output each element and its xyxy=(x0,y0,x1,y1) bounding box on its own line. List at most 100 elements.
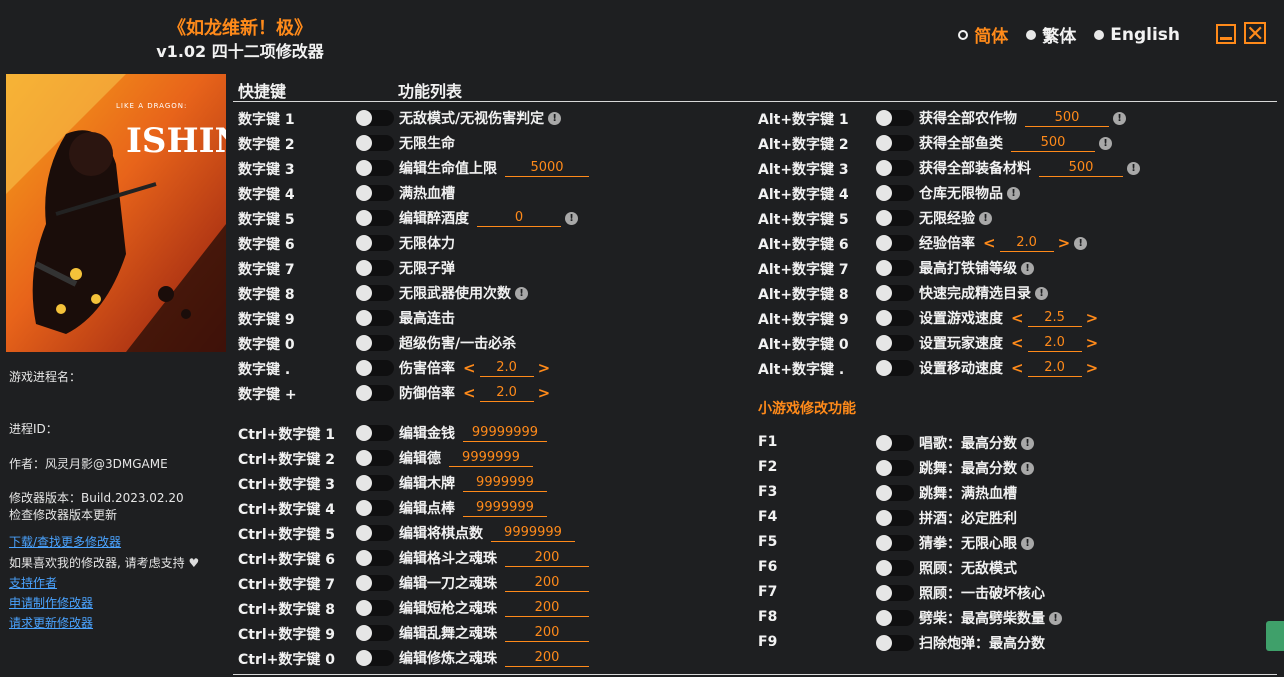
value-input[interactable]: 200 xyxy=(505,650,589,667)
info-icon[interactable]: ! xyxy=(1127,161,1140,175)
cheat-toggle[interactable] xyxy=(876,510,914,526)
stepper-value[interactable]: 2.0 xyxy=(1027,360,1082,377)
info-icon[interactable]: ! xyxy=(1074,236,1088,250)
info-icon[interactable]: ! xyxy=(1021,461,1034,475)
cheat-toggle[interactable] xyxy=(356,360,394,376)
cheat-toggle[interactable] xyxy=(876,135,914,151)
cheat-toggle[interactable] xyxy=(356,475,394,491)
value-input[interactable]: 200 xyxy=(505,575,589,592)
info-icon[interactable]: ! xyxy=(979,211,992,225)
lang-english[interactable]: English xyxy=(1094,25,1180,45)
value-input[interactable]: 5000 xyxy=(505,160,589,177)
cheat-toggle[interactable] xyxy=(356,525,394,541)
cheat-toggle[interactable] xyxy=(356,235,394,251)
cheat-toggle[interactable] xyxy=(356,310,394,326)
value-input[interactable]: 9999999 xyxy=(463,500,547,517)
value-input[interactable]: 9999999 xyxy=(491,525,575,542)
value-input[interactable]: 200 xyxy=(505,600,589,617)
close-button[interactable]: ✕ xyxy=(1244,22,1266,46)
info-icon[interactable]: ! xyxy=(1021,436,1034,450)
value-input[interactable]: 99999999 xyxy=(463,425,547,442)
request-update-link[interactable]: 请求更新修改器 xyxy=(9,616,93,630)
lang-traditional[interactable]: 繁体 xyxy=(1026,22,1076,47)
value-input[interactable]: 500 xyxy=(1039,160,1123,177)
cheat-toggle[interactable] xyxy=(356,385,394,401)
cheat-toggle[interactable] xyxy=(876,310,914,326)
increase-arrow-icon[interactable]: > xyxy=(1086,359,1099,377)
value-input[interactable]: 0 xyxy=(477,210,561,227)
info-icon[interactable]: ! xyxy=(1021,536,1034,550)
cheat-toggle[interactable] xyxy=(356,185,394,201)
decrease-arrow-icon[interactable]: < xyxy=(1011,309,1024,327)
info-icon[interactable]: ! xyxy=(1113,111,1126,125)
cheat-toggle[interactable] xyxy=(356,500,394,516)
cheat-toggle[interactable] xyxy=(876,585,914,601)
decrease-arrow-icon[interactable]: < xyxy=(983,234,996,252)
decrease-arrow-icon[interactable]: < xyxy=(1011,359,1024,377)
value-input[interactable]: 200 xyxy=(505,625,589,642)
increase-arrow-icon[interactable]: > xyxy=(538,384,551,402)
check-update-link[interactable]: 检查修改器版本更新 xyxy=(9,506,117,523)
download-more-link[interactable]: 下载/查找更多修改器 xyxy=(9,535,121,549)
cheat-toggle[interactable] xyxy=(356,600,394,616)
value-input[interactable]: 500 xyxy=(1025,110,1109,127)
cheat-toggle[interactable] xyxy=(876,110,914,126)
info-icon[interactable]: ! xyxy=(1099,136,1112,150)
stepper-value[interactable]: 2.0 xyxy=(999,235,1054,252)
cheat-toggle[interactable] xyxy=(356,425,394,441)
cheat-toggle[interactable] xyxy=(876,560,914,576)
cheat-toggle[interactable] xyxy=(356,450,394,466)
cheat-toggle[interactable] xyxy=(876,335,914,351)
cheat-toggle[interactable] xyxy=(356,260,394,276)
info-icon[interactable]: ! xyxy=(1021,261,1034,275)
decrease-arrow-icon[interactable]: < xyxy=(1011,334,1024,352)
cheat-toggle[interactable] xyxy=(876,635,914,651)
value-input[interactable]: 9999999 xyxy=(449,450,533,467)
cheat-toggle[interactable] xyxy=(356,550,394,566)
value-input[interactable]: 500 xyxy=(1011,135,1095,152)
cheat-toggle[interactable] xyxy=(356,625,394,641)
value-input[interactable]: 200 xyxy=(505,550,589,567)
cheat-toggle[interactable] xyxy=(876,610,914,626)
minimize-button[interactable] xyxy=(1216,24,1236,44)
cheat-toggle[interactable] xyxy=(876,285,914,301)
increase-arrow-icon[interactable]: > xyxy=(1086,309,1099,327)
cheat-toggle[interactable] xyxy=(356,110,394,126)
decrease-arrow-icon[interactable]: < xyxy=(463,384,476,402)
cheat-toggle[interactable] xyxy=(356,160,394,176)
cheat-toggle[interactable] xyxy=(876,210,914,226)
cheat-toggle[interactable] xyxy=(876,435,914,451)
lang-simplified[interactable]: 简体 xyxy=(958,22,1008,47)
cheat-toggle[interactable] xyxy=(876,360,914,376)
info-icon[interactable]: ! xyxy=(548,111,562,125)
value-input[interactable]: 9999999 xyxy=(463,475,547,492)
support-author-link[interactable]: 支持作者 xyxy=(9,576,57,590)
cheat-toggle[interactable] xyxy=(876,260,914,276)
cheat-toggle[interactable] xyxy=(356,135,394,151)
cheat-toggle[interactable] xyxy=(356,285,394,301)
cheat-toggle[interactable] xyxy=(356,210,394,226)
info-icon[interactable]: ! xyxy=(515,286,528,300)
info-icon[interactable]: ! xyxy=(565,211,578,225)
info-icon[interactable]: ! xyxy=(1049,611,1062,625)
cheat-toggle[interactable] xyxy=(876,485,914,501)
cheat-toggle[interactable] xyxy=(356,650,394,666)
stepper-value[interactable]: 2.0 xyxy=(1027,335,1082,352)
request-trainer-link[interactable]: 申请制作修改器 xyxy=(9,596,93,610)
decrease-arrow-icon[interactable]: < xyxy=(463,359,476,377)
info-icon[interactable]: ! xyxy=(1035,286,1048,300)
cheat-toggle[interactable] xyxy=(876,235,914,251)
cheat-toggle[interactable] xyxy=(356,575,394,591)
increase-arrow-icon[interactable]: > xyxy=(1086,334,1099,352)
cheat-toggle[interactable] xyxy=(876,535,914,551)
cheat-toggle[interactable] xyxy=(356,335,394,351)
cheat-toggle[interactable] xyxy=(876,460,914,476)
stepper-value[interactable]: 2.0 xyxy=(479,360,534,377)
stepper-value[interactable]: 2.5 xyxy=(1027,310,1082,327)
increase-arrow-icon[interactable]: > xyxy=(538,359,551,377)
increase-arrow-icon[interactable]: > xyxy=(1058,234,1071,252)
cheat-toggle[interactable] xyxy=(876,185,914,201)
cheat-toggle[interactable] xyxy=(876,160,914,176)
stepper-value[interactable]: 2.0 xyxy=(479,385,534,402)
info-icon[interactable]: ! xyxy=(1007,186,1020,200)
